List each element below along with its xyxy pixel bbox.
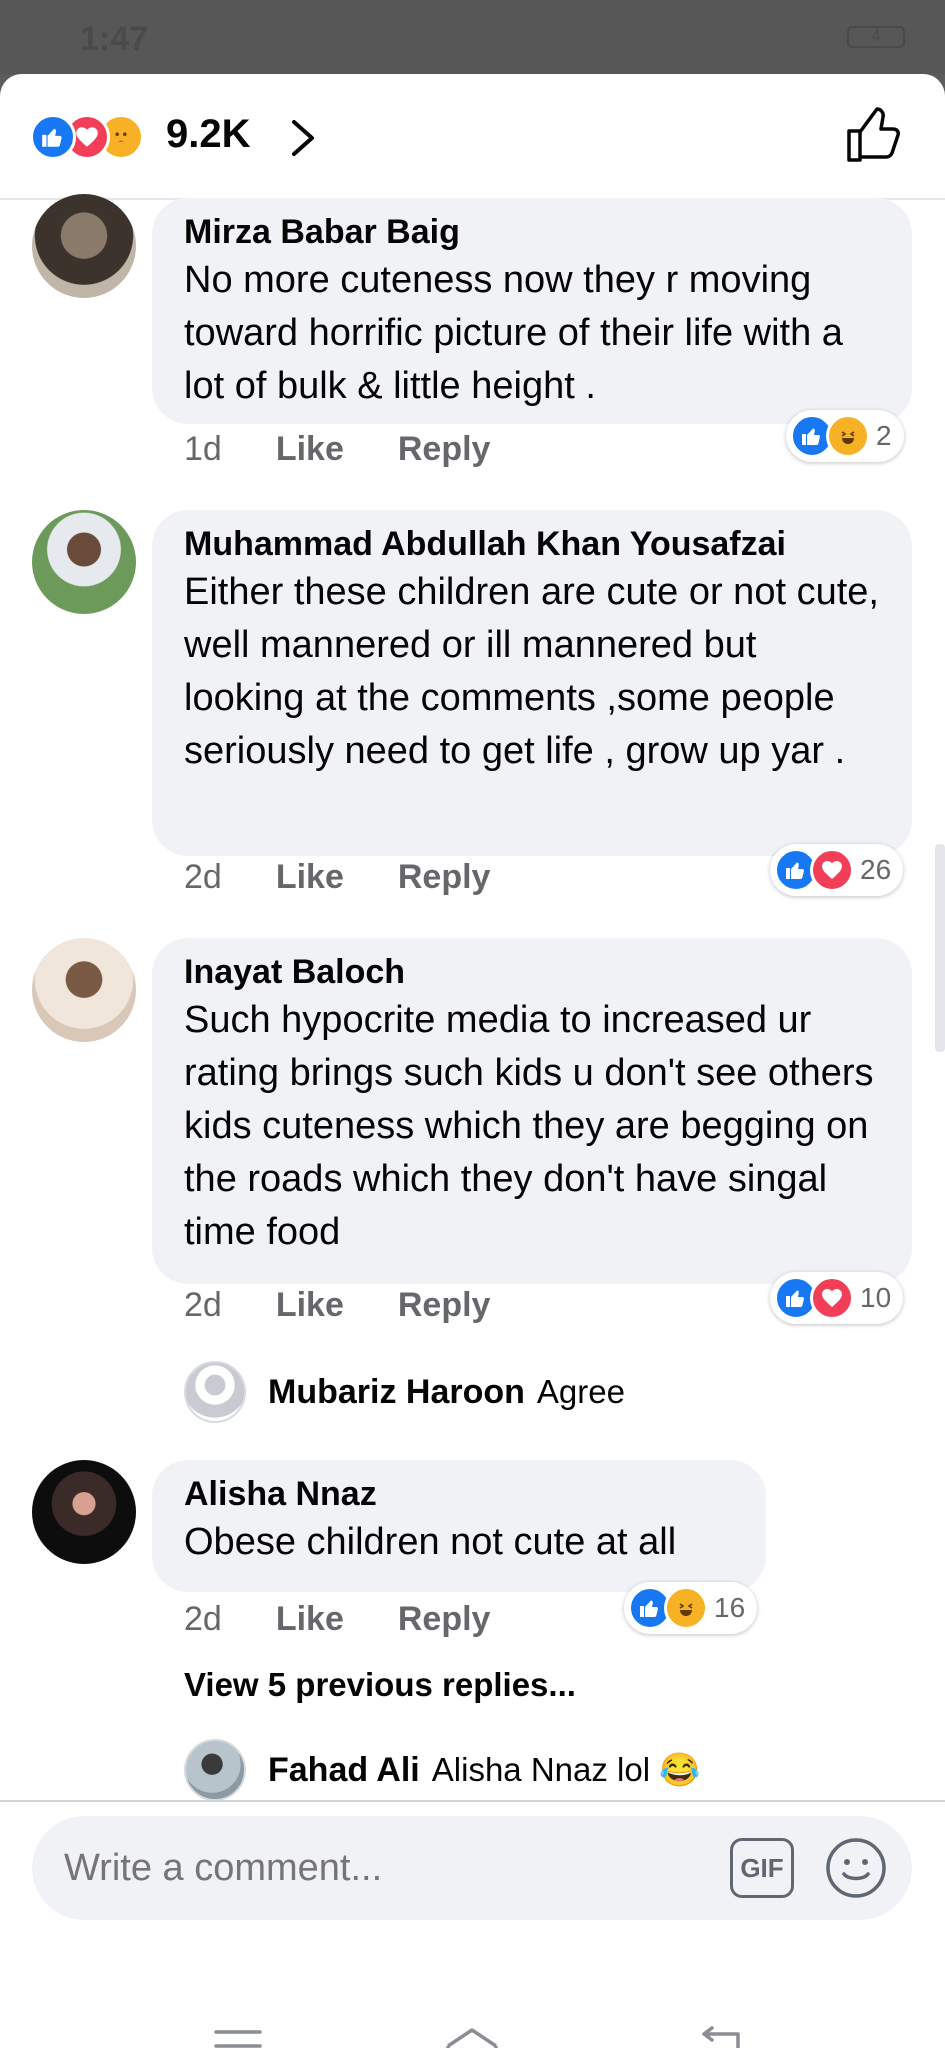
comments-feed[interactable]: Mirza Babar Baig No more cuteness now th… [0, 194, 945, 1802]
comment-text: Either these children are cute or not cu… [184, 571, 879, 772]
menu-icon[interactable] [208, 2020, 268, 2048]
reply-button[interactable]: Reply [398, 430, 491, 468]
comment-actions: 2d Like Reply [184, 1286, 544, 1325]
avatar[interactable] [184, 1739, 246, 1801]
reply-button[interactable]: Reply [398, 1286, 491, 1324]
avatar[interactable] [32, 938, 136, 1042]
like-icon [30, 114, 76, 160]
back-icon[interactable] [690, 2020, 750, 2048]
comments-sheet: 9.2K Mirza Babar Baig No more cuteness n… [0, 74, 945, 2048]
comment-reactions[interactable]: 26 [770, 844, 904, 896]
like-button[interactable]: Like [276, 1286, 344, 1324]
comment-text: Such hypocrite media to increased ur rat… [184, 999, 874, 1253]
comment-text: Obese children not cute at all [184, 1521, 677, 1563]
comment-reactions[interactable]: 10 [770, 1272, 904, 1324]
view-previous-replies-link[interactable]: View 5 previous replies... [184, 1666, 576, 1704]
reply-text: Agree [536, 1373, 625, 1410]
status-time: 1:47 [80, 20, 149, 58]
scrollbar[interactable] [935, 844, 945, 1052]
comment-actions: 1d Like Reply [184, 430, 544, 469]
comment-bubble: Inayat Baloch Such hypocrite media to in… [152, 938, 912, 1284]
like-outline-icon[interactable] [843, 104, 905, 166]
comment-input[interactable] [64, 1838, 704, 1898]
comment-bubble: Mirza Babar Baig No more cuteness now th… [152, 198, 912, 424]
chevron-right-icon[interactable] [284, 116, 320, 160]
comment-reactions[interactable]: 16 [624, 1582, 758, 1634]
reply-author[interactable]: Mubariz Haroon [268, 1373, 525, 1412]
love-icon [810, 1276, 854, 1320]
divider [0, 1800, 945, 1802]
comment-actions: 2d Like Reply [184, 1600, 544, 1639]
like-button[interactable]: Like [276, 858, 344, 896]
reaction-count: 10 [860, 1282, 892, 1313]
emoji-icon[interactable] [824, 1836, 888, 1900]
reply-preview[interactable]: Fahad Ali Alisha Nnaz lol 😂 [184, 1738, 700, 1802]
reply-text: Alisha Nnaz lol 😂 [431, 1750, 701, 1788]
comment-reactions[interactable]: 2 [786, 410, 904, 462]
comment-time[interactable]: 2d [184, 1600, 222, 1638]
haha-icon [826, 414, 870, 458]
love-icon [810, 848, 854, 892]
battery-icon: 4 [847, 26, 905, 48]
status-bar: 1:47 4 [0, 0, 945, 74]
home-icon[interactable] [442, 2020, 502, 2048]
reaction-count[interactable]: 9.2K [166, 112, 251, 157]
haha-icon [664, 1586, 708, 1630]
comment-time[interactable]: 1d [184, 430, 222, 468]
like-button[interactable]: Like [276, 1600, 344, 1638]
comment-time[interactable]: 2d [184, 858, 222, 896]
avatar[interactable] [32, 194, 136, 298]
comment-author[interactable]: Alisha Nnaz [184, 1472, 734, 1516]
reply-preview[interactable]: Mubariz Haroon Agree [184, 1360, 625, 1424]
reaction-count: 26 [860, 854, 892, 885]
reply-button[interactable]: Reply [398, 1600, 491, 1638]
comment-actions: 2d Like Reply [184, 858, 544, 897]
comment-bubble: Alisha Nnaz Obese children not cute at a… [152, 1460, 766, 1592]
comment-bubble: Muhammad Abdullah Khan Yousafzai Either … [152, 510, 912, 856]
reactions-header: 9.2K [0, 74, 945, 200]
reaction-count: 2 [876, 420, 892, 451]
comment-time[interactable]: 2d [184, 1286, 222, 1324]
reaction-summary[interactable] [30, 114, 160, 162]
like-button[interactable]: Like [276, 430, 344, 468]
reply-author[interactable]: Fahad Ali [268, 1751, 420, 1790]
gif-button[interactable]: GIF [730, 1838, 794, 1898]
reaction-count: 16 [714, 1592, 746, 1623]
comment-text: No more cuteness now they r moving towar… [184, 259, 843, 407]
comment-author[interactable]: Mirza Babar Baig [184, 210, 880, 254]
avatar[interactable] [32, 1460, 136, 1564]
reply-button[interactable]: Reply [398, 858, 491, 896]
comment-composer: GIF [32, 1816, 912, 1920]
system-nav-bar [0, 1974, 945, 2048]
avatar[interactable] [32, 510, 136, 614]
avatar[interactable] [184, 1361, 246, 1423]
comment-author[interactable]: Inayat Baloch [184, 950, 880, 994]
comment-author[interactable]: Muhammad Abdullah Khan Yousafzai [184, 522, 880, 566]
